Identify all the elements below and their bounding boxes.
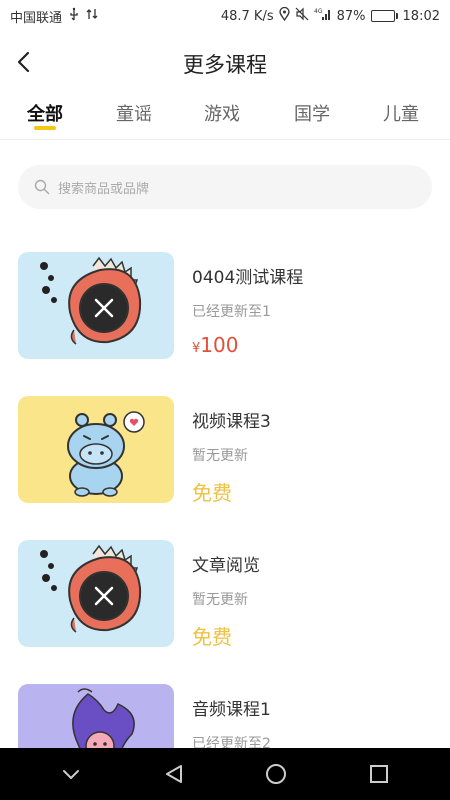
tab-all[interactable]: 全部	[27, 92, 63, 140]
mute-icon	[295, 7, 309, 25]
hide-keyboard-button[interactable]	[51, 754, 91, 794]
battery-icon	[370, 10, 398, 22]
course-update-status: 暂无更新	[192, 448, 248, 464]
status-right: 48.7 K/s 4G 87% 18:02	[220, 6, 440, 25]
square-recents-icon	[369, 765, 388, 783]
course-price: 免费	[192, 477, 232, 506]
active-tab-indicator	[34, 126, 56, 130]
tab-nursery-rhymes[interactable]: 童谣	[116, 92, 152, 140]
fish-character-icon	[40, 256, 142, 345]
back-button[interactable]	[10, 48, 38, 76]
course-thumbnail	[18, 252, 174, 359]
nav-bar: 更多课程	[0, 36, 450, 92]
system-back-button[interactable]	[154, 754, 194, 794]
system-navigation-bar	[0, 748, 450, 800]
course-title: 音频课程1	[192, 700, 271, 720]
tab-chinese-classics[interactable]: 国学	[294, 92, 330, 140]
signal-icon: 4G	[314, 7, 332, 25]
price-value: 100	[200, 333, 239, 357]
price-value: 免费	[192, 481, 232, 505]
search-placeholder: 搜索商品或品牌	[58, 181, 150, 197]
price-value: 免费	[192, 625, 232, 649]
page-title: 更多课程	[183, 53, 267, 77]
battery-percent: 87%	[336, 8, 366, 24]
data-transfer-icon	[86, 7, 98, 25]
course-item[interactable]: 视频课程3 暂无更新 免费	[18, 389, 432, 506]
triangle-back-icon	[165, 765, 182, 783]
usb-icon	[68, 7, 80, 25]
status-bar: 中国联通 48.7 K/s 4G 87% 18:02	[0, 0, 450, 32]
course-title: 0404测试课程	[192, 268, 304, 288]
hippo-character-icon	[67, 411, 145, 497]
system-home-button[interactable]	[256, 754, 296, 794]
network-speed: 48.7 K/s	[220, 8, 274, 24]
tab-games[interactable]: 游戏	[204, 92, 240, 140]
chevron-left-icon	[17, 51, 30, 73]
location-icon	[278, 6, 290, 25]
course-price: 免费	[192, 621, 232, 650]
status-left: 中国联通	[10, 7, 98, 26]
tab-label: 游戏	[204, 104, 240, 125]
tab-label: 国学	[294, 104, 330, 125]
course-thumbnail	[18, 396, 174, 503]
tab-label: 童谣	[116, 104, 152, 125]
course-item[interactable]: 0404测试课程 已经更新至1 ¥100	[18, 245, 432, 360]
carrier-label: 中国联通	[10, 10, 63, 26]
tab-children[interactable]: 儿童	[383, 92, 419, 140]
search-icon	[34, 179, 50, 195]
fish-character-icon	[40, 544, 142, 633]
tab-label: 全部	[27, 104, 63, 125]
course-title: 文章阅览	[192, 556, 260, 576]
tab-label: 儿童	[383, 104, 419, 125]
category-tabs: 全部 童谣 游戏 国学 儿童	[0, 92, 450, 140]
course-price: ¥100	[192, 333, 238, 357]
course-update-status: 已经更新至1	[192, 304, 271, 320]
course-thumbnail	[18, 540, 174, 647]
course-update-status: 暂无更新	[192, 592, 248, 608]
search-input[interactable]: 搜索商品或品牌	[18, 165, 432, 209]
clock: 18:02	[402, 8, 440, 24]
svg-text:4G: 4G	[314, 8, 323, 15]
chevron-down-icon	[63, 770, 80, 779]
course-title: 视频课程3	[192, 412, 271, 432]
course-item[interactable]: 文章阅览 暂无更新 免费	[18, 533, 432, 650]
system-recents-button[interactable]	[359, 754, 399, 794]
circle-home-icon	[266, 764, 287, 784]
